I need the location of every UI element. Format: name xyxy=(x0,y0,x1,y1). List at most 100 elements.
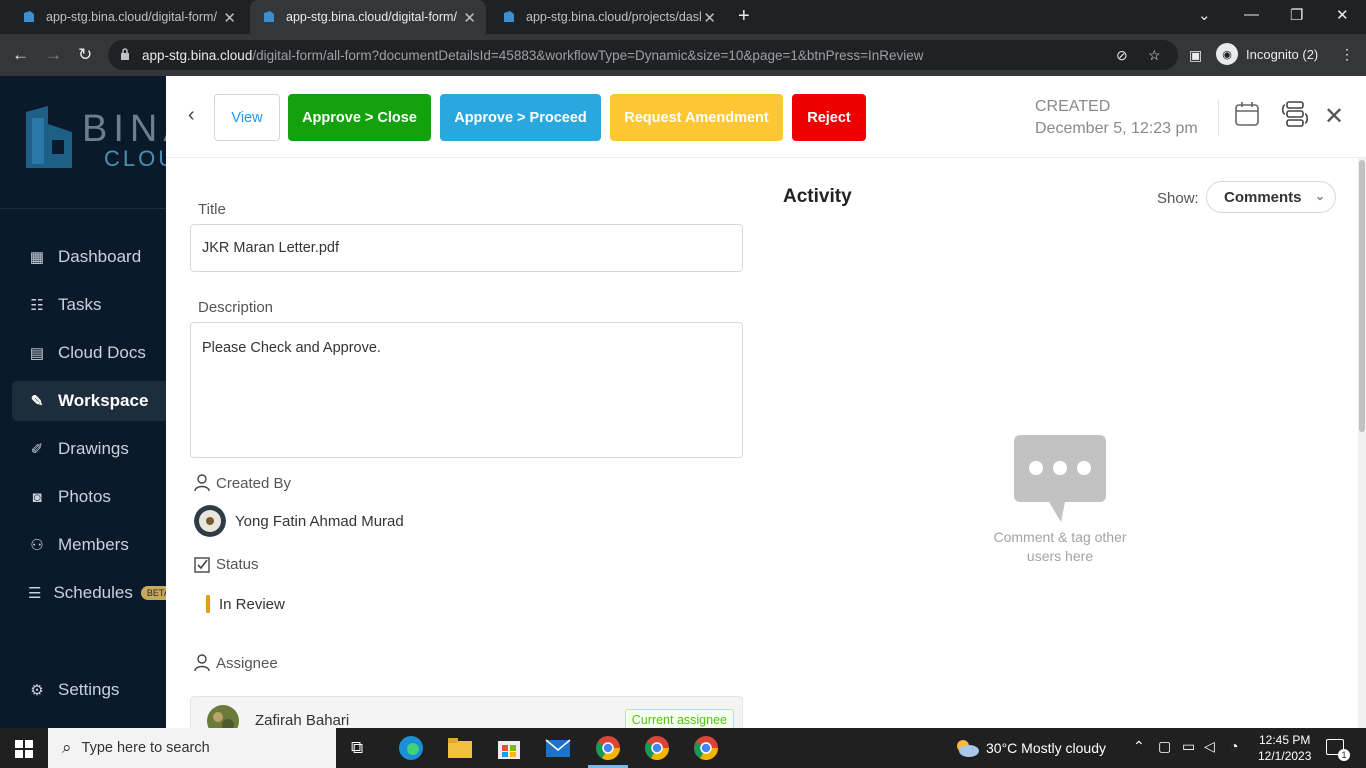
sidebar-item-label: Workspace xyxy=(58,391,149,410)
minimize-icon[interactable]: — xyxy=(1244,6,1259,23)
chrome-icon[interactable] xyxy=(692,734,720,762)
close-tab-icon[interactable]: ✕ xyxy=(463,9,476,27)
created-by-label: Created By xyxy=(216,474,292,492)
activity-filter-select[interactable]: Comments ⌄ xyxy=(1206,181,1336,213)
bina-logo-mark-icon xyxy=(26,106,72,168)
approve-proceed-button[interactable]: Approve > Proceed xyxy=(440,94,601,141)
assignee-label: Assignee xyxy=(216,654,278,672)
bina-favicon xyxy=(24,11,34,22)
browser-tab-1[interactable]: app-stg.bina.cloud/digital-form/ ✕ xyxy=(10,0,246,34)
sidebar-item-cloud-docs[interactable]: ▤ Cloud Docs xyxy=(12,333,166,373)
browser-tab-2[interactable]: app-stg.bina.cloud/digital-form/ ✕ xyxy=(250,0,486,34)
clock-time: 12:45 PM xyxy=(1259,733,1311,747)
sidepanel-icon[interactable]: ▣ xyxy=(1189,47,1202,64)
sidebar-item-schedules[interactable]: ☰ Schedules BETA xyxy=(12,573,166,613)
workflow-icon[interactable] xyxy=(1282,100,1308,128)
sidebar-item-settings[interactable]: ⚙ Settings xyxy=(12,670,166,710)
close-tab-icon[interactable]: ✕ xyxy=(703,9,716,27)
search-icon: ⌕ xyxy=(62,738,72,757)
taskbar-search-input[interactable]: ⌕ Type here to search xyxy=(48,728,336,768)
calendar-icon[interactable] xyxy=(1234,100,1260,128)
weather-text: 30°C Mostly cloudy xyxy=(986,740,1106,756)
notification-icon[interactable]: 1 xyxy=(1326,739,1350,761)
incognito-icon: ◉ xyxy=(1216,43,1238,65)
file-explorer-icon[interactable] xyxy=(446,734,474,762)
created-by-user: Yong Fatin Ahmad Murad xyxy=(194,505,404,537)
sidebar-item-drawings[interactable]: ✐ Drawings xyxy=(12,429,166,469)
sidebar-item-tasks[interactable]: ☷ Tasks xyxy=(12,285,166,325)
browser-tab-3[interactable]: app-stg.bina.cloud/projects/dasl ✕ xyxy=(490,0,726,34)
bina-favicon xyxy=(264,11,274,22)
new-tab-icon[interactable]: + xyxy=(738,5,750,28)
incognito-label: Incognito (2) xyxy=(1246,46,1319,62)
sidebar-item-label: Members xyxy=(58,535,129,554)
volume-icon[interactable]: ◁ xyxy=(1204,738,1215,755)
windows-taskbar: ⌕ Type here to search ⧉ 30°C Mostly clou… xyxy=(0,728,1366,768)
store-icon[interactable] xyxy=(495,734,523,762)
tab-search-icon[interactable]: ⌄ xyxy=(1198,6,1211,24)
battery-icon[interactable]: ▭ xyxy=(1182,738,1195,755)
schedule-icon: ☰ xyxy=(28,585,42,602)
action-toolbar: ‹ View Approve > Close Approve > Proceed… xyxy=(166,76,1366,158)
browser-tab-bar: app-stg.bina.cloud/digital-form/ ✕ app-s… xyxy=(0,0,1366,34)
pen-icon: ✎ xyxy=(30,393,44,410)
sidebar-item-dashboard[interactable]: ▦ Dashboard xyxy=(12,237,166,277)
forward-arrow-icon[interactable]: → xyxy=(45,45,62,65)
assignee-name: Zafirah Bahari xyxy=(255,712,350,728)
title-label: Title xyxy=(198,201,226,218)
avatar xyxy=(194,505,226,537)
form-content: Title JKR Maran Letter.pdf Description P… xyxy=(166,158,1358,728)
star-icon[interactable]: ☆ xyxy=(1148,47,1161,64)
browser-menu-icon[interactable]: ⋮ xyxy=(1340,46,1354,63)
sidebar-item-photos[interactable]: ◙ Photos xyxy=(12,477,166,517)
description-label: Description xyxy=(198,299,274,316)
assignee-heading: Assignee xyxy=(194,654,278,672)
empty-comments-message: Comment & tag other users here xyxy=(980,528,1140,566)
url-field[interactable]: app-stg.bina.cloud/digital-form/all-form… xyxy=(108,40,1178,70)
meet-icon[interactable]: ▢ xyxy=(1158,738,1171,755)
reload-icon[interactable]: ↻ xyxy=(78,45,92,65)
edge-icon[interactable] xyxy=(397,734,425,762)
sidebar-item-label: Settings xyxy=(58,680,120,699)
assignee-row[interactable]: Zafirah Bahari Current assignee xyxy=(190,696,743,728)
chrome-icon[interactable] xyxy=(643,734,671,762)
avatar xyxy=(207,705,239,728)
network-icon[interactable]: ◔ xyxy=(1230,738,1238,754)
windows-start-icon[interactable] xyxy=(15,740,33,758)
created-by-name: Yong Fatin Ahmad Murad xyxy=(235,512,404,530)
taskbar-clock[interactable]: 12:45 PM 12/1/2023 xyxy=(1258,732,1311,764)
view-button[interactable]: View xyxy=(214,94,280,141)
sidebar-item-workspace[interactable]: ✎ Workspace xyxy=(12,381,166,421)
weather-widget[interactable]: 30°C Mostly cloudy xyxy=(954,738,1106,758)
chevron-left-icon[interactable]: ‹ xyxy=(188,104,195,127)
description-textarea[interactable]: Please Check and Approve. xyxy=(190,322,743,458)
sidebar-item-members[interactable]: ⚇ Members xyxy=(12,525,166,565)
chevron-up-icon[interactable]: ⌃ xyxy=(1133,738,1145,755)
restore-icon[interactable]: ❐ xyxy=(1290,6,1303,24)
close-icon[interactable]: ✕ xyxy=(1324,102,1344,131)
logo-word: BINA xyxy=(82,108,166,150)
eye-off-icon[interactable]: ⊘ xyxy=(1116,47,1128,64)
close-tab-icon[interactable]: ✕ xyxy=(223,9,236,27)
chrome-icon[interactable] xyxy=(594,734,622,762)
reject-button[interactable]: Reject xyxy=(792,94,866,141)
request-amendment-button[interactable]: Request Amendment xyxy=(610,94,783,141)
status-label: Status xyxy=(216,556,259,573)
status-value: In Review xyxy=(219,595,285,613)
scrollbar-thumb[interactable] xyxy=(1359,160,1365,432)
sidebar-item-label: Photos xyxy=(58,487,111,506)
approve-close-button[interactable]: Approve > Close xyxy=(288,94,431,141)
bina-logo[interactable]: BINA CLOUD xyxy=(22,104,166,174)
empty-line-2: users here xyxy=(1026,548,1094,564)
dashboard-icon: ▦ xyxy=(29,249,45,266)
document-icon: ▤ xyxy=(29,345,45,362)
title-input[interactable]: JKR Maran Letter.pdf xyxy=(190,224,743,272)
window-close-icon[interactable]: ✕ xyxy=(1336,6,1349,24)
mail-icon[interactable] xyxy=(544,734,572,762)
browser-tab-title: app-stg.bina.cloud/digital-form/ xyxy=(286,10,457,24)
task-view-icon[interactable]: ⧉ xyxy=(351,738,363,758)
back-arrow-icon[interactable]: ← xyxy=(12,45,29,65)
scrollbar[interactable] xyxy=(1358,158,1366,728)
incognito-indicator[interactable]: ◉ Incognito (2) xyxy=(1216,43,1318,65)
sidebar-item-label: Drawings xyxy=(58,439,129,458)
